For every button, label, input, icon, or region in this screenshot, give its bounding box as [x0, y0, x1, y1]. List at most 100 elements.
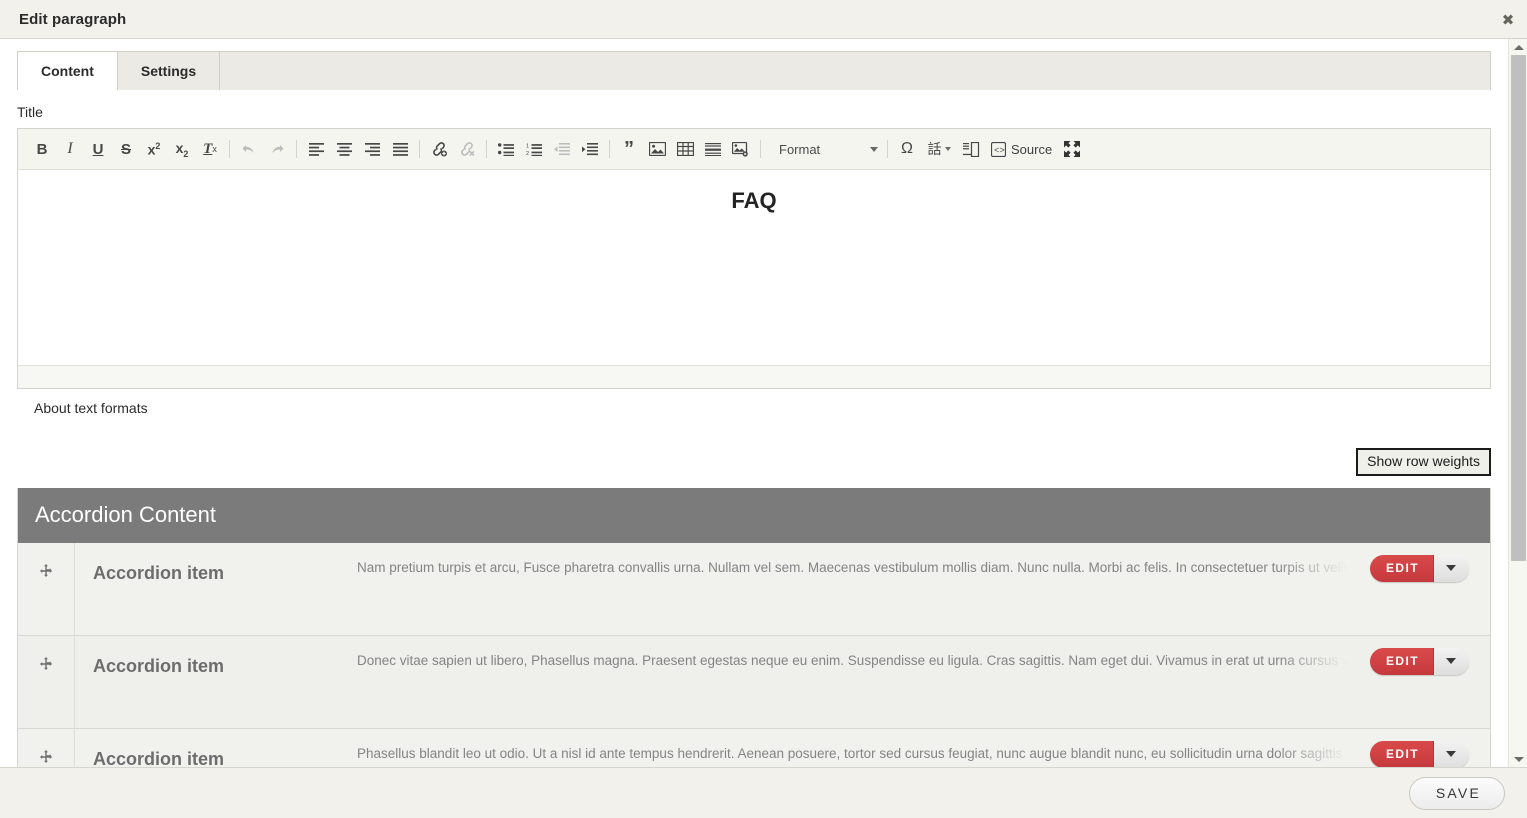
drag-handle-icon[interactable]	[18, 636, 75, 728]
strikethrough-icon[interactable]: S	[112, 136, 140, 162]
title-field-block: Title B I U S x2 x2 Tx	[17, 90, 1491, 416]
editor-content-area[interactable]: FAQ	[18, 170, 1490, 365]
underline-icon[interactable]: U	[84, 136, 112, 162]
row-operations: EDIT	[1370, 636, 1490, 728]
subscript-icon[interactable]: x2	[168, 136, 196, 162]
table-icon[interactable]	[671, 136, 699, 162]
row-operations: EDIT	[1370, 543, 1490, 635]
tab-settings[interactable]: Settings	[117, 51, 220, 90]
unlink-icon[interactable]	[453, 136, 481, 162]
tab-content[interactable]: Content	[17, 51, 118, 90]
edit-split-button[interactable]: EDIT	[1370, 555, 1469, 582]
table-row[interactable]: Accordion item Donec vitae sapien ut lib…	[18, 636, 1490, 729]
chevron-down-icon	[945, 147, 951, 151]
bold-icon[interactable]: B	[28, 136, 56, 162]
editor-heading: FAQ	[18, 188, 1490, 214]
edit-dropdown-toggle[interactable]	[1434, 555, 1469, 582]
edit-split-button[interactable]: EDIT	[1370, 648, 1469, 675]
numbered-list-icon[interactable]: 12	[520, 136, 548, 162]
edit-dropdown-toggle[interactable]	[1434, 741, 1469, 767]
blockquote-icon[interactable]: ”	[615, 136, 643, 162]
table-row[interactable]: Accordion item Phasellus blandit leo ut …	[18, 729, 1490, 767]
toolbar-separator	[609, 140, 610, 158]
drag-handle-icon[interactable]	[18, 729, 75, 767]
format-dropdown[interactable]: Format	[770, 136, 882, 162]
accordion-item-description-cell: Phasellus blandit leo ut odio. Ut a nisl…	[357, 729, 1370, 767]
edit-split-button[interactable]: EDIT	[1370, 741, 1469, 767]
horizontal-rule-icon[interactable]	[699, 136, 727, 162]
toolbar-separator	[229, 140, 230, 158]
format-dropdown-label: Format	[779, 142, 820, 157]
tab-bar-filler	[219, 51, 1491, 90]
accordion-item-description: Donec vitae sapien ut libero, Phasellus …	[357, 653, 1347, 668]
accordion-item-description: Nam pretium turpis et arcu, Fusce pharet…	[357, 560, 1347, 575]
justify-icon[interactable]	[386, 136, 414, 162]
accordion-table-header: Accordion Content	[18, 488, 1490, 543]
save-button[interactable]: SAVE	[1409, 777, 1505, 810]
modal-titlebar: Edit paragraph ✖	[0, 0, 1527, 39]
scrollbar-thumb[interactable]	[1511, 55, 1526, 561]
chevron-down-icon	[1446, 751, 1456, 757]
table-row[interactable]: Accordion item Nam pretium turpis et arc…	[18, 543, 1490, 636]
indent-icon[interactable]	[576, 136, 604, 162]
align-left-icon[interactable]	[302, 136, 330, 162]
toolbar-separator	[760, 140, 761, 158]
maximize-icon[interactable]	[1058, 136, 1086, 162]
link-icon[interactable]	[425, 136, 453, 162]
tab-bar: Content Settings	[17, 50, 1491, 90]
accordion-item-description: Phasellus blandit leo ut odio. Ut a nisl…	[357, 746, 1347, 761]
modal-scroll-area: Content Settings Title B I U S x2 x2 Tx	[0, 39, 1527, 767]
drag-handle-icon[interactable]	[18, 543, 75, 635]
image-icon[interactable]	[643, 136, 671, 162]
align-right-icon[interactable]	[358, 136, 386, 162]
chevron-down-icon	[870, 147, 878, 152]
tab-content-label: Content	[41, 63, 94, 79]
toolbar-separator	[296, 140, 297, 158]
close-icon[interactable]: ✖	[1498, 10, 1518, 30]
svg-text:<>: <>	[994, 146, 1005, 156]
language-icon[interactable]: 話	[921, 136, 957, 162]
accordion-item-title: Accordion item	[75, 636, 357, 728]
source-label: Source	[1011, 142, 1052, 157]
page-title: Edit paragraph	[19, 11, 126, 28]
scroll-down-arrow-icon[interactable]	[1509, 751, 1527, 767]
superscript-icon[interactable]: x2	[140, 136, 168, 162]
title-field-label: Title	[17, 104, 1491, 120]
toolbar-separator	[887, 140, 888, 158]
toolbar-separator	[419, 140, 420, 158]
vertical-scrollbar[interactable]	[1508, 39, 1527, 767]
editor-status-bar	[18, 365, 1490, 388]
accordion-item-title: Accordion item	[75, 543, 357, 635]
accordion-content-table: Accordion Content Accordion item Nam pre…	[17, 488, 1491, 767]
accordion-item-title: Accordion item	[75, 729, 357, 767]
row-weights-toggle-wrap: Show row weights	[17, 448, 1491, 476]
page-break-icon[interactable]	[957, 136, 985, 162]
about-text-formats-link[interactable]: About text formats	[34, 400, 1474, 416]
align-center-icon[interactable]	[330, 136, 358, 162]
media-icon[interactable]	[727, 136, 755, 162]
edit-button[interactable]: EDIT	[1370, 555, 1434, 582]
show-row-weights-button[interactable]: Show row weights	[1356, 448, 1491, 476]
rich-text-editor: B I U S x2 x2 Tx	[17, 128, 1491, 389]
redo-icon[interactable]	[263, 136, 291, 162]
modal-footer: SAVE	[0, 767, 1527, 818]
remove-format-icon[interactable]: Tx	[196, 136, 224, 162]
row-operations: EDIT	[1370, 729, 1490, 767]
source-button[interactable]: <> Source	[985, 136, 1058, 162]
undo-icon[interactable]	[235, 136, 263, 162]
chevron-down-icon	[1446, 565, 1456, 571]
edit-button[interactable]: EDIT	[1370, 741, 1434, 767]
italic-icon[interactable]: I	[56, 136, 84, 162]
svg-text:2: 2	[526, 151, 529, 156]
chevron-down-icon	[1446, 658, 1456, 664]
edit-dropdown-toggle[interactable]	[1434, 648, 1469, 675]
special-character-icon[interactable]: Ω	[893, 136, 921, 162]
tab-settings-label: Settings	[141, 63, 196, 79]
editor-toolbar: B I U S x2 x2 Tx	[18, 129, 1490, 170]
svg-text:1: 1	[526, 143, 529, 149]
bulleted-list-icon[interactable]	[492, 136, 520, 162]
edit-button[interactable]: EDIT	[1370, 648, 1434, 675]
outdent-icon[interactable]	[548, 136, 576, 162]
scroll-up-arrow-icon[interactable]	[1509, 39, 1527, 55]
modal-content: Content Settings Title B I U S x2 x2 Tx	[0, 50, 1508, 767]
